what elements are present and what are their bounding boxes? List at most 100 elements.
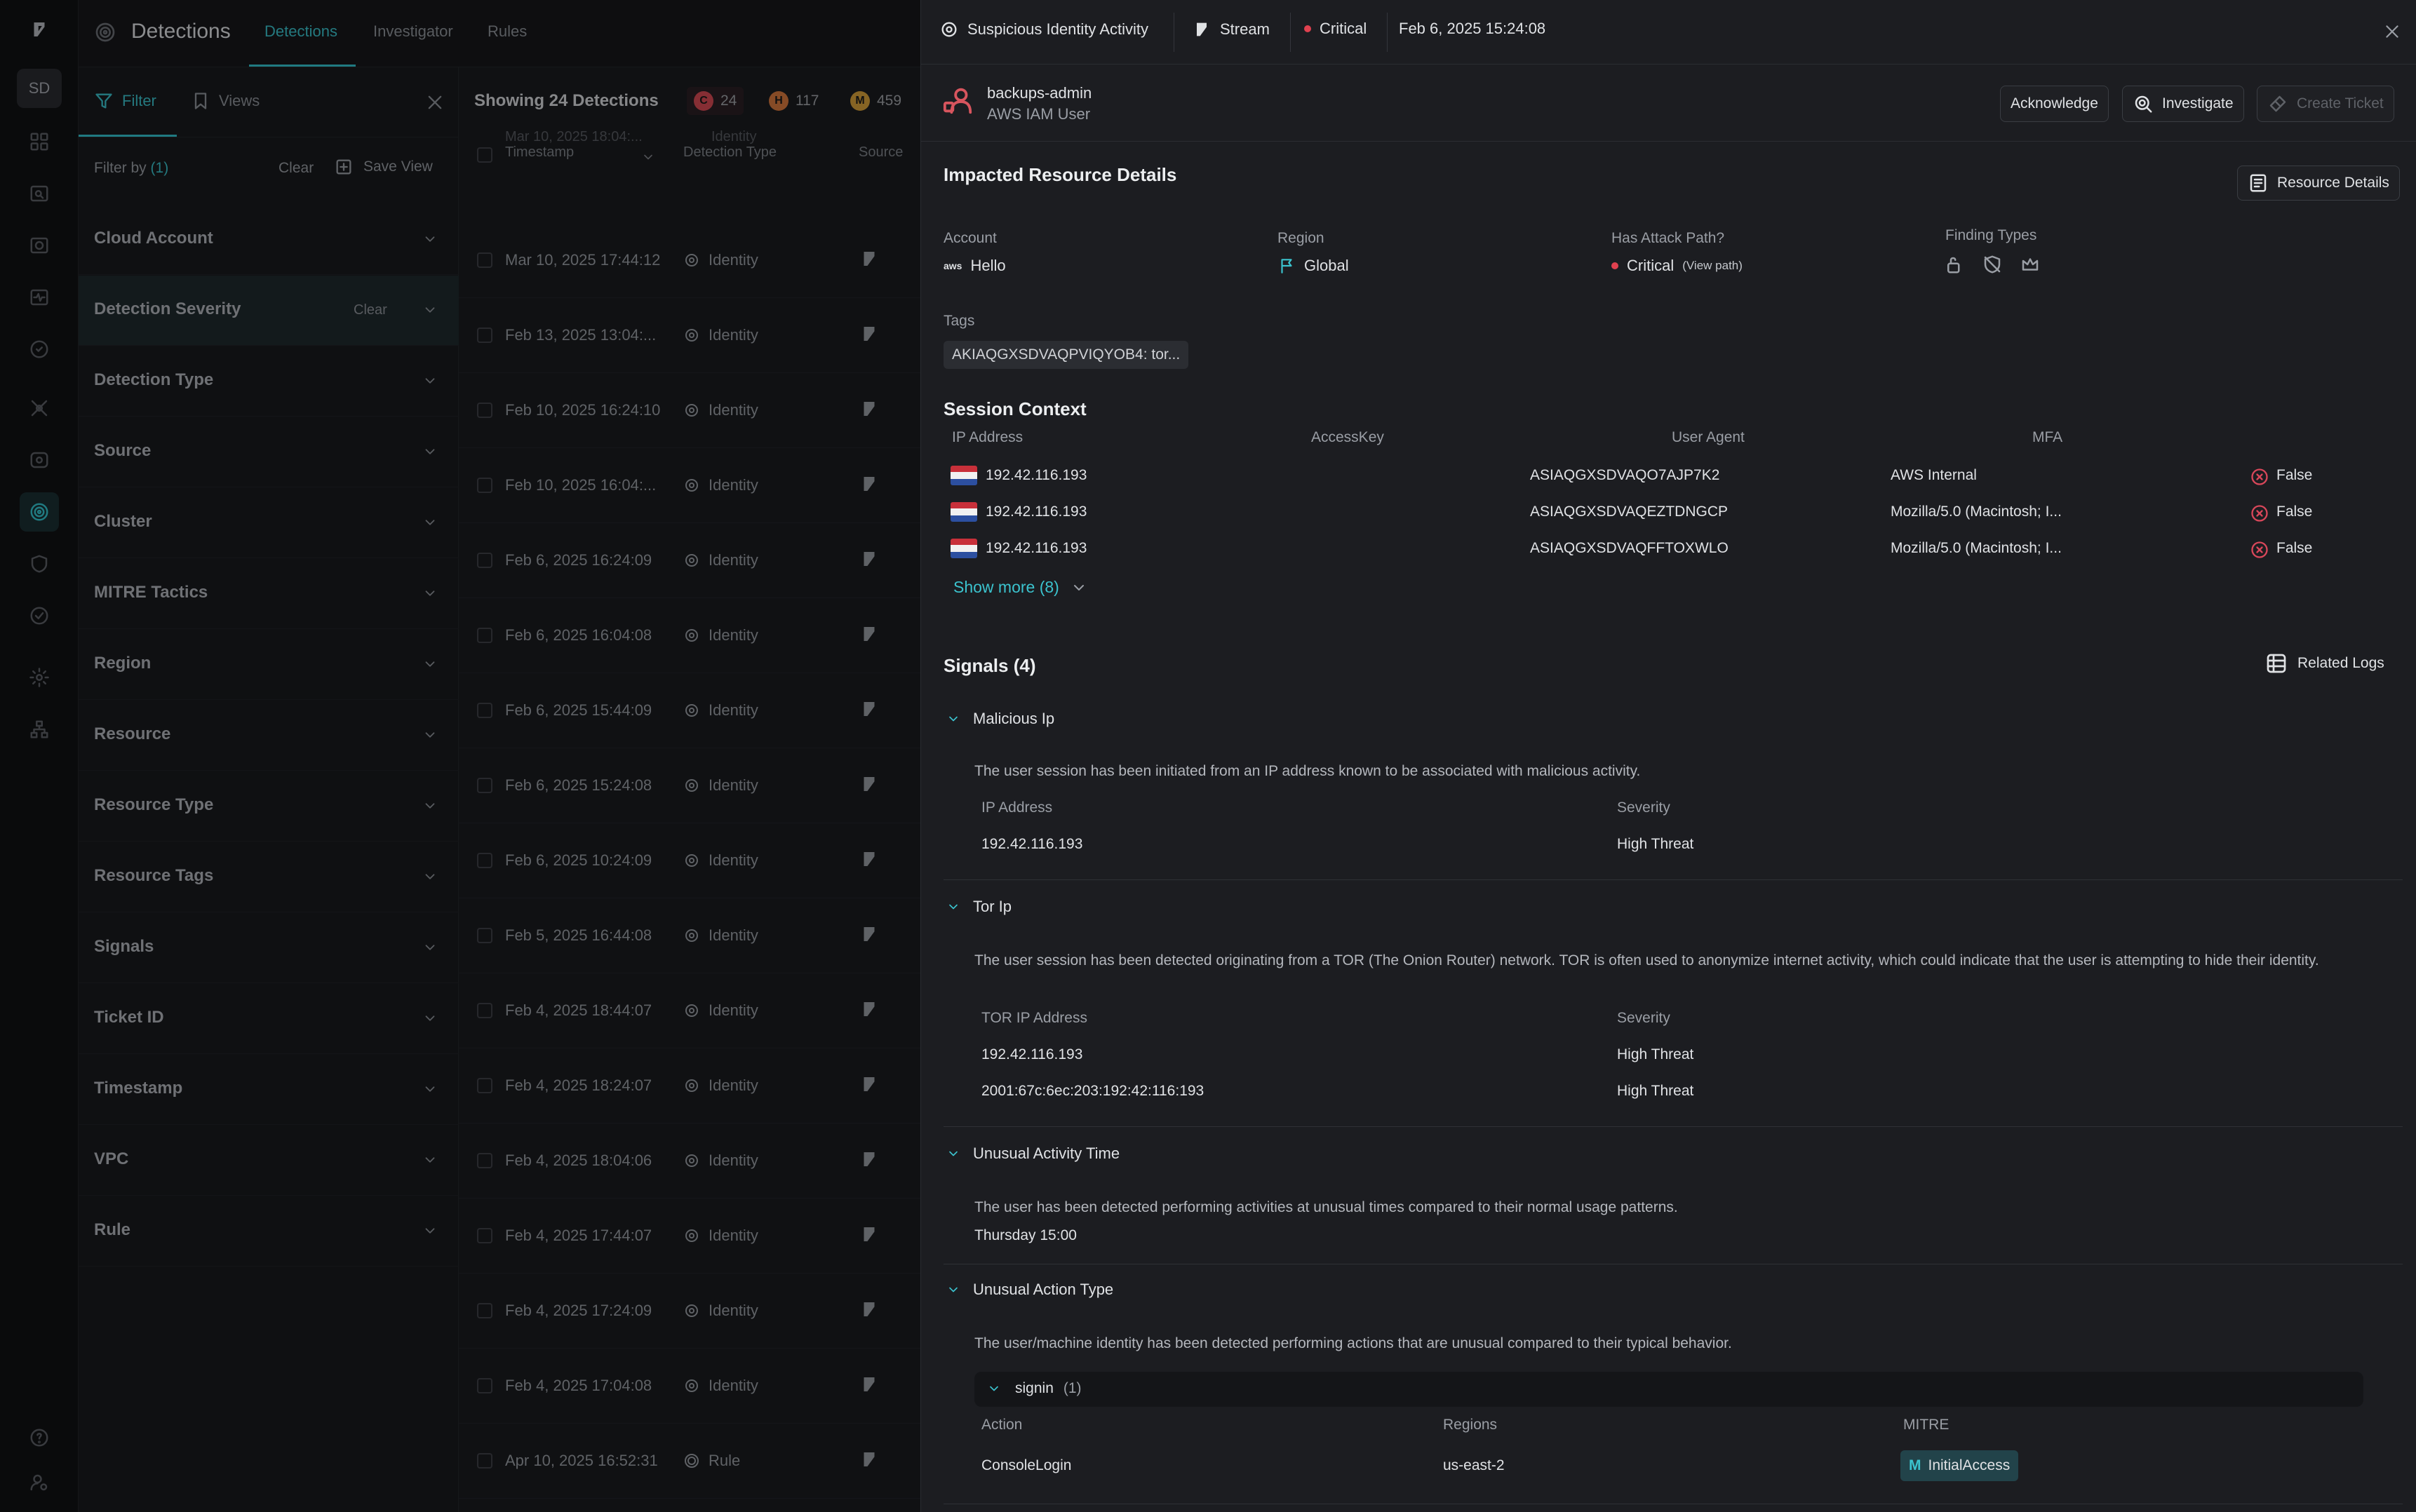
- row-checkbox[interactable]: [477, 853, 492, 868]
- privacy-icon[interactable]: [20, 544, 59, 583]
- row-checkbox[interactable]: [477, 403, 492, 418]
- facet-resource-type[interactable]: Resource Type: [79, 771, 459, 842]
- table-row[interactable]: Feb 13, 2025 13:04:... Identity: [459, 298, 920, 373]
- signal-unusual-action[interactable]: Unusual Action Type: [946, 1281, 1113, 1299]
- row-checkbox[interactable]: [477, 1003, 492, 1018]
- row-checkbox[interactable]: [477, 553, 492, 568]
- col-detection-type[interactable]: Detection Type: [683, 144, 777, 161]
- facet-signals[interactable]: Signals: [79, 913, 459, 983]
- table-row[interactable]: Feb 4, 2025 17:04:08 Identity: [459, 1349, 920, 1424]
- logo-icon[interactable]: [20, 10, 59, 49]
- detections-icon[interactable]: [20, 492, 59, 532]
- save-view-button[interactable]: Save View: [334, 157, 433, 177]
- vulnerabilities-icon[interactable]: [20, 226, 59, 265]
- facet-source[interactable]: Source: [79, 417, 459, 487]
- tab-rules[interactable]: Rules: [488, 22, 527, 41]
- row-checkbox[interactable]: [477, 1303, 492, 1318]
- activity-icon[interactable]: [20, 278, 59, 317]
- investigate-button[interactable]: Investigate: [2122, 86, 2244, 122]
- high-count-badge[interactable]: H 117: [762, 87, 826, 115]
- user-settings-icon[interactable]: [20, 1463, 59, 1502]
- table-row[interactable]: Feb 6, 2025 16:04:08 Identity: [459, 598, 920, 673]
- resource-details-button[interactable]: Resource Details: [2237, 166, 2400, 201]
- tab-detections[interactable]: Detections: [264, 22, 337, 41]
- table-row[interactable]: Feb 6, 2025 16:24:09 Identity: [459, 523, 920, 598]
- table-row[interactable]: Feb 4, 2025 18:44:07 Identity: [459, 973, 920, 1048]
- tag-chip[interactable]: AKIAQGXSDVAQPVIQYOB4: tor...: [944, 341, 1189, 369]
- create-ticket-button[interactable]: Create Ticket: [2257, 86, 2394, 122]
- inventory-icon[interactable]: [20, 174, 59, 213]
- row-checkbox[interactable]: [477, 1153, 492, 1168]
- facet-detection-severity[interactable]: Detection Severity Clear: [79, 276, 459, 346]
- table-row[interactable]: Apr 9, 2025 17:44:11Identity: [459, 1499, 920, 1512]
- tab-views[interactable]: Views: [191, 91, 260, 111]
- row-checkbox[interactable]: [477, 328, 492, 343]
- facet-resource[interactable]: Resource: [79, 701, 459, 771]
- table-row[interactable]: Feb 5, 2025 16:44:08 Identity: [459, 898, 920, 973]
- critical-count-badge[interactable]: C 24: [687, 87, 744, 115]
- tab-investigator[interactable]: Investigator: [373, 22, 453, 41]
- close-icon[interactable]: [2383, 22, 2401, 41]
- table-row[interactable]: Feb 4, 2025 17:24:09 Identity: [459, 1274, 920, 1349]
- dashboard-icon[interactable]: [20, 122, 59, 161]
- tab-filter[interactable]: Filter: [94, 91, 156, 111]
- table-row[interactable]: Feb 6, 2025 15:24:08 Identity: [459, 748, 920, 823]
- signin-group[interactable]: signin (1): [974, 1372, 2363, 1407]
- facet-detection-type[interactable]: Detection Type: [79, 346, 459, 417]
- related-logs-button[interactable]: Related Logs: [2265, 652, 2384, 675]
- medium-count-badge[interactable]: M 459: [843, 87, 908, 115]
- clear-filters-button[interactable]: Clear: [278, 160, 314, 177]
- col-source[interactable]: Source: [859, 144, 903, 161]
- sort-chevron-icon[interactable]: [641, 150, 655, 164]
- facet-cluster[interactable]: Cluster: [79, 488, 459, 558]
- signal-tor-ip[interactable]: Tor Ip: [946, 898, 1012, 916]
- row-checkbox[interactable]: [477, 1378, 492, 1393]
- help-icon[interactable]: [20, 1418, 59, 1457]
- row-checkbox[interactable]: [477, 478, 492, 493]
- table-row[interactable]: Feb 10, 2025 16:24:10 Identity: [459, 373, 920, 448]
- row-checkbox[interactable]: [477, 703, 492, 718]
- check-icon[interactable]: [20, 596, 59, 635]
- view-path-link[interactable]: (View path): [1682, 259, 1743, 273]
- row-checkbox[interactable]: [477, 628, 492, 643]
- close-icon[interactable]: [425, 93, 445, 112]
- row-checkbox[interactable]: [477, 778, 492, 793]
- signal-malicious-ip[interactable]: Malicious Ip: [946, 710, 1054, 728]
- table-row[interactable]: Feb 6, 2025 10:24:09 Identity: [459, 823, 920, 898]
- facet-rule[interactable]: Rule: [79, 1196, 459, 1267]
- table-row[interactable]: Feb 6, 2025 15:44:09 Identity: [459, 673, 920, 748]
- facet-resource-tags[interactable]: Resource Tags: [79, 842, 459, 912]
- col-timestamp[interactable]: Timestamp: [505, 144, 574, 161]
- table-row[interactable]: Feb 4, 2025 17:44:07 Identity: [459, 1199, 920, 1274]
- avatar[interactable]: SD: [17, 69, 62, 108]
- table-row[interactable]: Feb 4, 2025 18:04:06 Identity: [459, 1123, 920, 1199]
- row-checkbox[interactable]: [477, 1228, 492, 1243]
- facet-cloud-account[interactable]: Cloud Account: [79, 205, 459, 275]
- row-checkbox[interactable]: [477, 1078, 492, 1093]
- table-row[interactable]: Feb 4, 2025 18:24:07 Identity: [459, 1048, 920, 1123]
- org-chart-icon[interactable]: [20, 710, 59, 749]
- acknowledge-button[interactable]: Acknowledge: [2000, 86, 2109, 122]
- facet-clear-button[interactable]: Clear: [354, 302, 387, 318]
- gear-icon[interactable]: [20, 658, 59, 697]
- facet-vpc[interactable]: VPC: [79, 1126, 459, 1196]
- settings-shield-icon[interactable]: [20, 440, 59, 480]
- compliance-icon[interactable]: [20, 330, 59, 369]
- row-checkbox[interactable]: [477, 1453, 492, 1469]
- row-checkbox[interactable]: [477, 252, 492, 268]
- table-row[interactable]: Feb 10, 2025 16:04:... Identity: [459, 448, 920, 523]
- signal-unusual-time[interactable]: Unusual Activity Time: [946, 1145, 1120, 1163]
- connections-icon[interactable]: [20, 389, 59, 428]
- facet-region[interactable]: Region: [79, 630, 459, 700]
- show-more-button[interactable]: Show more (8): [953, 578, 1087, 597]
- facet-ticket-id[interactable]: Ticket ID: [79, 984, 459, 1054]
- table-row[interactable]: Apr 10, 2025 16:52:31 Rule: [459, 1424, 920, 1499]
- facet-timestamp[interactable]: Timestamp: [79, 1055, 459, 1125]
- facet-label: Resource Tags: [94, 866, 214, 885]
- row-checkbox[interactable]: [477, 928, 492, 943]
- select-all-checkbox[interactable]: [477, 147, 492, 163]
- mitre-tag[interactable]: M InitialAccess: [1900, 1450, 2019, 1481]
- facet-mitre-tactics[interactable]: MITRE Tactics: [79, 559, 459, 629]
- user-alert-icon: [942, 84, 974, 116]
- table-row[interactable]: Mar 10, 2025 17:44:12 Identity: [459, 223, 920, 298]
